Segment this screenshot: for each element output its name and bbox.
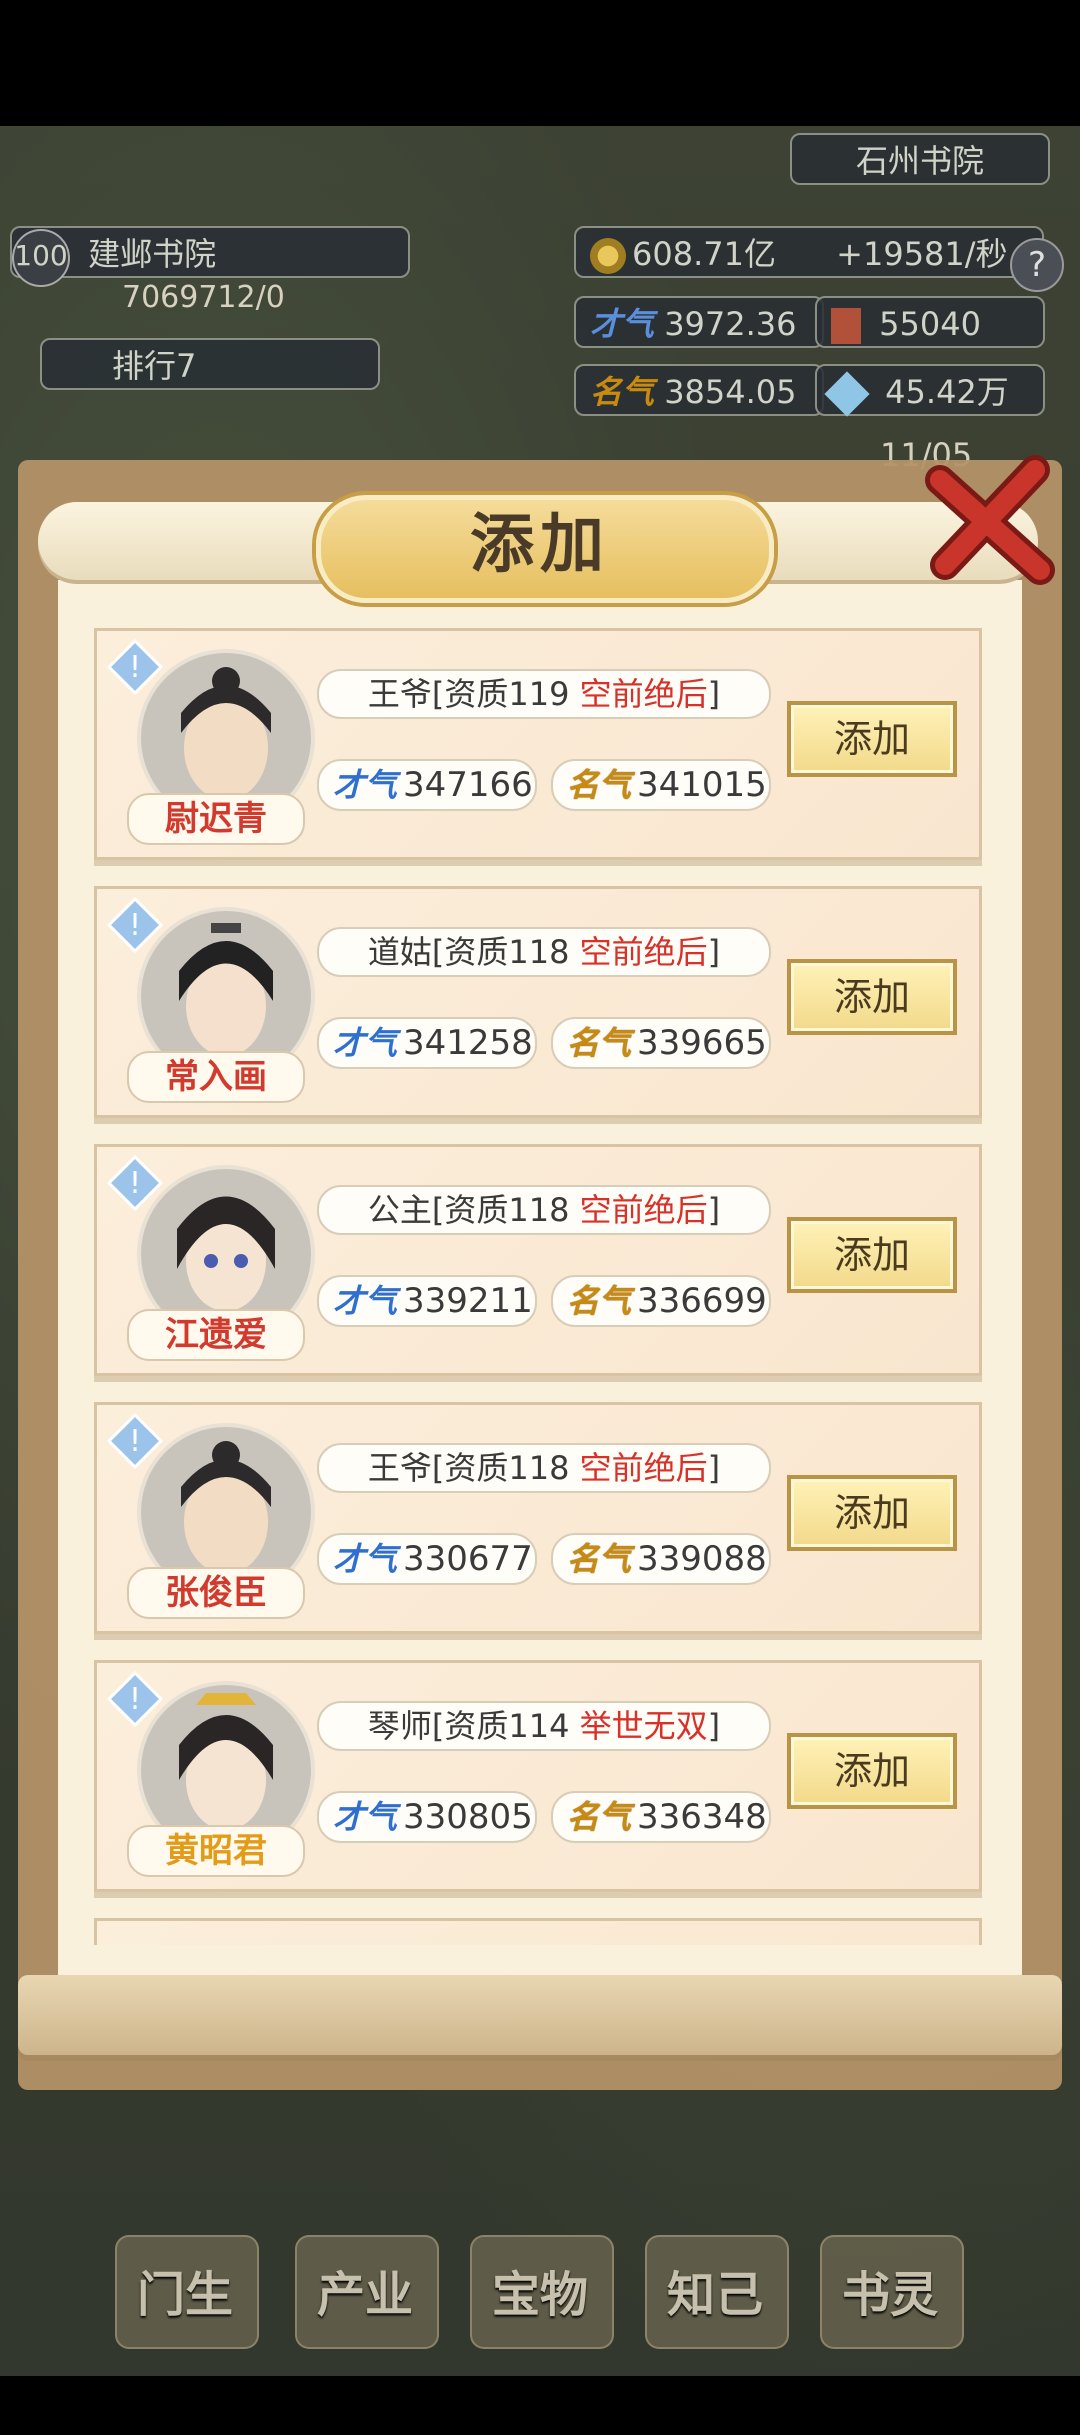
- add-button[interactable]: 添加: [787, 1733, 957, 1809]
- alert-icon[interactable]: !: [107, 639, 163, 695]
- add-button[interactable]: 添加: [787, 1475, 957, 1551]
- talent-bar: 才气 3972.36: [574, 296, 824, 348]
- fame-stat: 名气 336348: [551, 1791, 771, 1843]
- status-bar: [0, 0, 1080, 126]
- scroll-bottom-roll: [18, 1975, 1062, 2055]
- candidate-card: ! 尉迟青 王爷[资质119 空前绝后] 才气 347166 名气 341015 添…: [94, 628, 982, 860]
- close-x-icon[interactable]: [920, 450, 1060, 590]
- fame-value: 3854.05: [664, 373, 797, 411]
- talent-stat: 才气 330805: [317, 1791, 537, 1843]
- alert-icon[interactable]: !: [107, 1671, 163, 1727]
- candidate-card-partial: [94, 1918, 982, 1945]
- fame-stat: 名气 339665: [551, 1017, 771, 1069]
- gold-coin-icon: [590, 238, 626, 274]
- talent-value: 3972.36: [664, 305, 797, 343]
- book-icon: [831, 308, 861, 344]
- alert-icon[interactable]: !: [107, 1155, 163, 1211]
- fame-bar: 名气 3854.05: [574, 364, 824, 416]
- candidate-card: ! 江遗爱 公主[资质118 空前绝后] 才气 339211 名气 336699 添…: [94, 1144, 982, 1376]
- academy-name-bar[interactable]: 100 建邺书院: [10, 226, 410, 287]
- gold-bar[interactable]: 608.71亿 +19581/秒: [574, 226, 1044, 278]
- candidate-name: 尉迟青: [127, 793, 305, 845]
- fame-stat: 名气 341015: [551, 759, 771, 811]
- aptitude-pill: 道姑[资质118 空前绝后]: [317, 927, 771, 977]
- gems-bar: 45.42万: [815, 364, 1045, 417]
- add-button[interactable]: 添加: [787, 959, 957, 1035]
- academy-name: 建邺书院: [88, 235, 217, 273]
- svg-text:!: !: [129, 1166, 141, 1201]
- gems-value: 45.42万: [885, 373, 1009, 411]
- aptitude-pill: 王爷[资质118 空前绝后]: [317, 1443, 771, 1493]
- bottom-nav: 门生 产业 宝物 知己 书灵: [0, 2215, 1080, 2375]
- aptitude-pill: 公主[资质118 空前绝后]: [317, 1185, 771, 1235]
- gem-icon: [824, 371, 870, 417]
- talent-stat: 才气 341258: [317, 1017, 537, 1069]
- aptitude-pill: 琴师[资质114 举世无双]: [317, 1701, 771, 1751]
- rival-academy-label[interactable]: 石州书院: [790, 133, 1050, 185]
- add-button[interactable]: 添加: [787, 1217, 957, 1293]
- candidate-name: 常入画: [127, 1051, 305, 1103]
- svg-text:!: !: [129, 650, 141, 685]
- candidate-card: ! 张俊臣 王爷[资质118 空前绝后] 才气 330677 名气 339088 添…: [94, 1402, 982, 1634]
- candidate-card: ! 常入画 道姑[资质118 空前绝后] 才气 341258 名气 339665 添…: [94, 886, 982, 1118]
- aptitude-pill: 王爷[资质119 空前绝后]: [317, 669, 771, 719]
- svg-text:!: !: [129, 1682, 141, 1717]
- rank-bar[interactable]: 排行7: [40, 338, 380, 390]
- exp-value: 7069712/0: [122, 280, 285, 315]
- candidate-name: 黄昭君: [127, 1825, 305, 1877]
- candidate-card: ! 黄昭君 琴师[资质114 举世无双] 才气 330805 名气 336348 添…: [94, 1660, 982, 1892]
- help-icon[interactable]: ?: [1010, 238, 1064, 292]
- talent-stat: 才气 330677: [317, 1533, 537, 1585]
- candidate-list[interactable]: ! 尉迟青 王爷[资质119 空前绝后] 才气 347166 名气 341015 添…: [58, 600, 1022, 1945]
- fame-stat: 名气 336699: [551, 1275, 771, 1327]
- nav-book-spirit[interactable]: 书灵: [805, 2235, 975, 2355]
- alert-icon[interactable]: !: [107, 1413, 163, 1469]
- alert-icon[interactable]: !: [107, 897, 163, 953]
- nav-students[interactable]: 门生: [100, 2235, 270, 2355]
- fame-stat: 名气 339088: [551, 1533, 771, 1585]
- svg-text:!: !: [129, 908, 141, 943]
- nav-industry[interactable]: 产业: [280, 2235, 450, 2355]
- add-button[interactable]: 添加: [787, 701, 957, 777]
- level-badge: 100: [12, 229, 70, 287]
- fame-label: 名气: [590, 373, 655, 411]
- gold-rate: +19581/秒: [836, 235, 1008, 273]
- candidate-name: 张俊臣: [127, 1567, 305, 1619]
- books-bar: 55040: [815, 296, 1045, 348]
- svg-text:!: !: [129, 1424, 141, 1459]
- talent-label: 才气: [590, 305, 655, 343]
- rank-text: 排行7: [112, 347, 197, 385]
- modal-title: 添加: [470, 507, 610, 582]
- talent-stat: 才气 347166: [317, 759, 537, 811]
- talent-stat: 才气 339211: [317, 1275, 537, 1327]
- candidate-name: 江遗爱: [127, 1309, 305, 1361]
- nav-confidants[interactable]: 知己: [630, 2235, 800, 2355]
- gold-value: 608.71亿: [632, 235, 776, 273]
- books-value: 55040: [879, 305, 981, 343]
- nav-treasure[interactable]: 宝物: [455, 2235, 625, 2355]
